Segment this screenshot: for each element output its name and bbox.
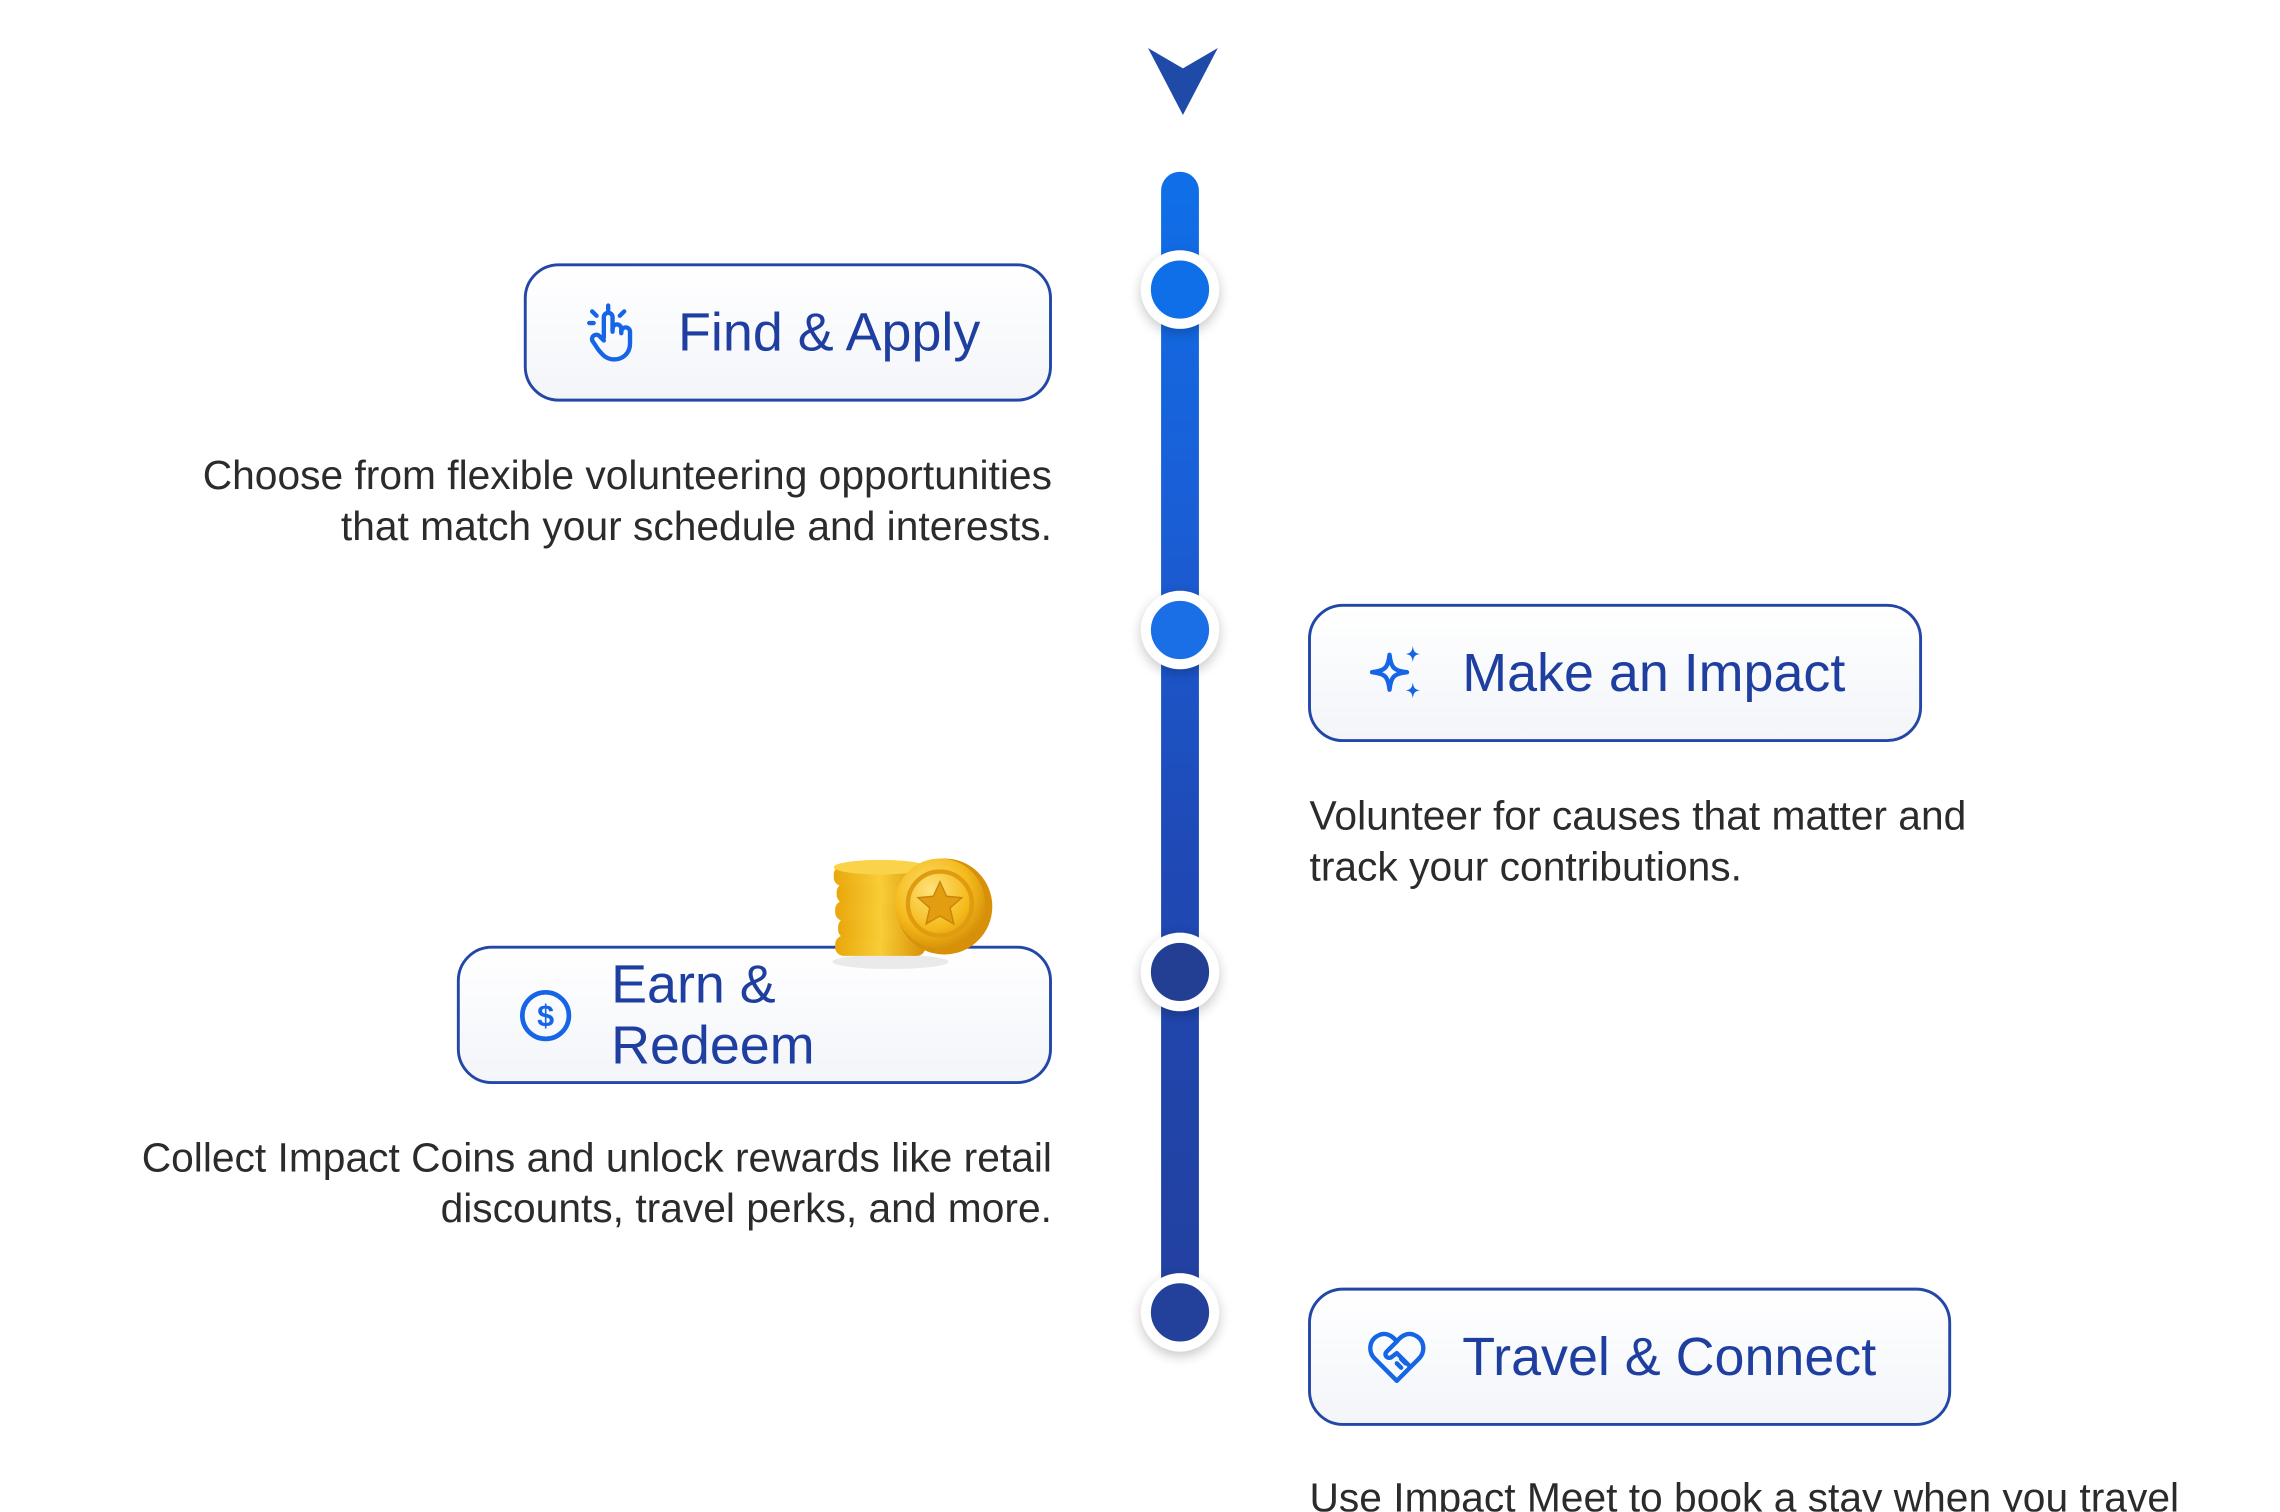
heart-handshake-icon xyxy=(1366,1326,1427,1387)
tap-hand-icon xyxy=(582,302,643,363)
dollar-coin-icon: $ xyxy=(515,984,576,1045)
sparkles-icon xyxy=(1366,642,1427,703)
step-find-apply-title: Find & Apply xyxy=(678,301,981,362)
timeline-node-4 xyxy=(1140,1273,1220,1352)
gold-coins-stack-icon xyxy=(832,858,993,970)
timeline-track xyxy=(1161,171,1199,1313)
step-make-impact-card[interactable]: Make an Impact xyxy=(1308,603,1923,743)
svg-text:$: $ xyxy=(537,998,554,1032)
step-find-apply-card[interactable]: Find & Apply xyxy=(523,263,1052,402)
timeline-node-2 xyxy=(1140,590,1220,670)
step-make-impact-title: Make an Impact xyxy=(1462,642,1846,703)
description-line: Collect Impact Coins and unlock rewards … xyxy=(141,1134,1052,1181)
description-line: Volunteer for causes that matter and xyxy=(1309,792,1967,839)
description-line: Use Impact Meet to book a stay when you … xyxy=(1309,1475,2180,1512)
description-line: track your contributions. xyxy=(1309,843,1742,890)
step-travel-connect-title: Travel & Connect xyxy=(1462,1326,1877,1386)
step-travel-connect-card[interactable]: Travel & Connect xyxy=(1308,1287,1952,1426)
step-earn-redeem-title: Earn & Redeem xyxy=(611,953,815,1075)
description-line: discounts, travel perks, and more. xyxy=(440,1185,1052,1231)
description-line: Choose from flexible volunteering opport… xyxy=(202,452,1052,498)
timeline-node-3 xyxy=(1140,932,1220,1012)
step-find-apply-description: Choose from flexible volunteering opport… xyxy=(58,450,1052,552)
timeline-node-1 xyxy=(1140,250,1220,329)
step-travel-connect-description: Use Impact Meet to book a stay when you … xyxy=(1310,1472,2280,1511)
step-earn-redeem-description: Collect Impact Coins and unlock rewards … xyxy=(0,1132,1052,1234)
timeline-stage: Find & Apply Choose from flexible volunt… xyxy=(0,0,2280,1512)
description-line: that match your schedule and interests. xyxy=(340,503,1052,549)
chevron-down-icon xyxy=(1147,48,1218,115)
step-make-impact-description: Volunteer for causes that matter and tra… xyxy=(1310,790,2241,892)
